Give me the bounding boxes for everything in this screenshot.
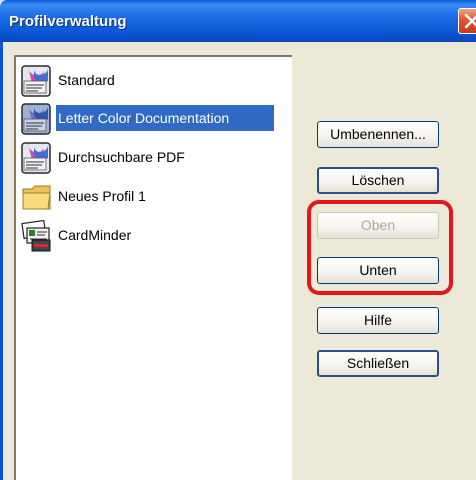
annotation-highlight-ring xyxy=(307,200,453,295)
list-item[interactable]: Standard xyxy=(20,63,286,99)
window-title: Profilverwaltung xyxy=(9,13,127,30)
scanner-document-icon xyxy=(21,65,51,97)
list-item-label: Durchsuchbare PDF xyxy=(58,149,185,165)
title-bar[interactable]: Profilverwaltung xyxy=(0,0,476,42)
profile-list[interactable]: Standard Letter Color Documentation Durc… xyxy=(14,55,292,480)
list-item-label: Standard xyxy=(58,72,115,88)
delete-button[interactable]: Löschen xyxy=(317,167,439,194)
rename-button[interactable]: Umbenennen... xyxy=(317,121,439,148)
close-icon xyxy=(464,13,476,29)
list-item[interactable]: CardMinder xyxy=(20,218,286,254)
list-item[interactable]: Neues Profil 1 xyxy=(20,179,286,215)
list-item[interactable]: Durchsuchbare PDF xyxy=(20,140,286,176)
list-item-label: CardMinder xyxy=(58,227,132,243)
cardminder-icon xyxy=(21,219,51,252)
close-button[interactable]: Schließen xyxy=(317,350,439,377)
folder-icon xyxy=(22,185,51,210)
help-button[interactable]: Hilfe xyxy=(317,307,439,334)
window-frame-left xyxy=(0,42,3,480)
scanner-document-icon xyxy=(21,103,51,135)
close-window-button[interactable] xyxy=(458,8,476,34)
scanner-document-icon xyxy=(21,142,51,174)
profile-manager-dialog: Profilverwaltung Standard Letter Color D… xyxy=(0,0,476,480)
list-item[interactable]: Letter Color Documentation xyxy=(20,101,286,137)
list-item-label: Neues Profil 1 xyxy=(58,188,146,204)
list-item-label: Letter Color Documentation xyxy=(58,110,230,126)
